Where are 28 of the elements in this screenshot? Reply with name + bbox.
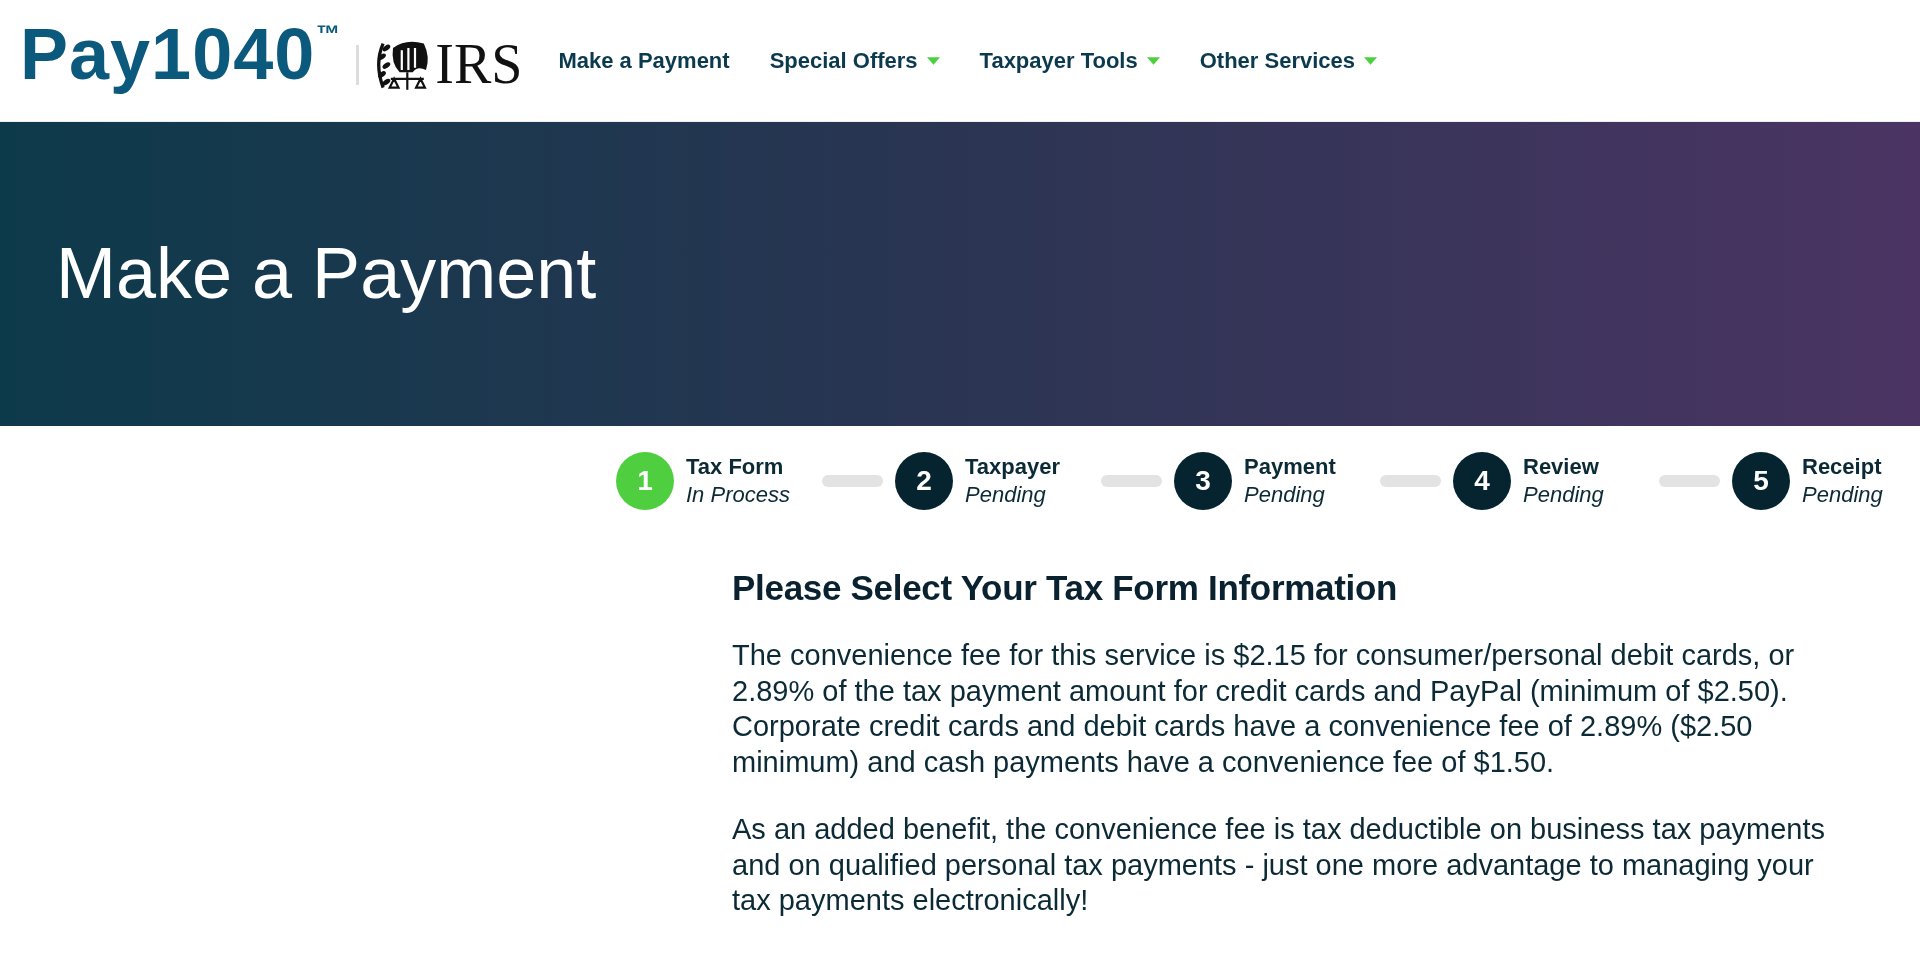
nav-link[interactable]: Other Services	[1179, 47, 1398, 74]
paragraph: The convenience fee for this service is $2.15 for consumer/personal debit cards, or 2.89% of the tax payment amount for credit cards and PayPal (minimum of $2.50). Corporate credit cards and debit cards have a convenience fee of 2.89% ($2.50 minimum) and cash payments have a convenience fee of $1.50.	[732, 638, 1796, 780]
nav-link[interactable]: Make a Payment	[538, 47, 750, 74]
step-status: Pending	[1244, 481, 1326, 509]
step-status: In Process	[686, 481, 790, 509]
step-title: Review	[1523, 453, 1600, 481]
step-connector	[1659, 475, 1720, 487]
step-number: 5	[1732, 452, 1790, 510]
step-number: 1	[616, 452, 674, 510]
step-connector	[1380, 475, 1441, 487]
step-status: Pending	[1523, 481, 1604, 509]
step-title: Payment	[1244, 453, 1336, 481]
nav-link[interactable]: Taxpayer Tools	[959, 47, 1180, 74]
step-status: Pending	[965, 481, 1047, 509]
step-title: Receipt	[1802, 453, 1883, 481]
step-title: Tax Form	[686, 453, 785, 481]
step-number: 3	[1174, 452, 1232, 510]
page-title: Make a Payment	[56, 234, 597, 314]
step-connector	[822, 475, 883, 487]
step-connector	[1101, 475, 1162, 487]
partner-logo-text: IRS	[435, 35, 523, 92]
step-number: 4	[1453, 452, 1511, 510]
step-number: 2	[895, 452, 953, 510]
nav-link[interactable]: Special Offers	[749, 47, 960, 74]
step-status: Pending	[1802, 481, 1883, 509]
section-heading: Please Select Your Tax Form Information	[732, 568, 1399, 608]
paragraph: As an added benefit, the convenience fee is tax deductible on business tax payments and on qualified personal tax payments - just one more advantage to managing your tax payments electronically!	[732, 812, 1827, 918]
step-title: Taxpayer	[965, 453, 1060, 481]
